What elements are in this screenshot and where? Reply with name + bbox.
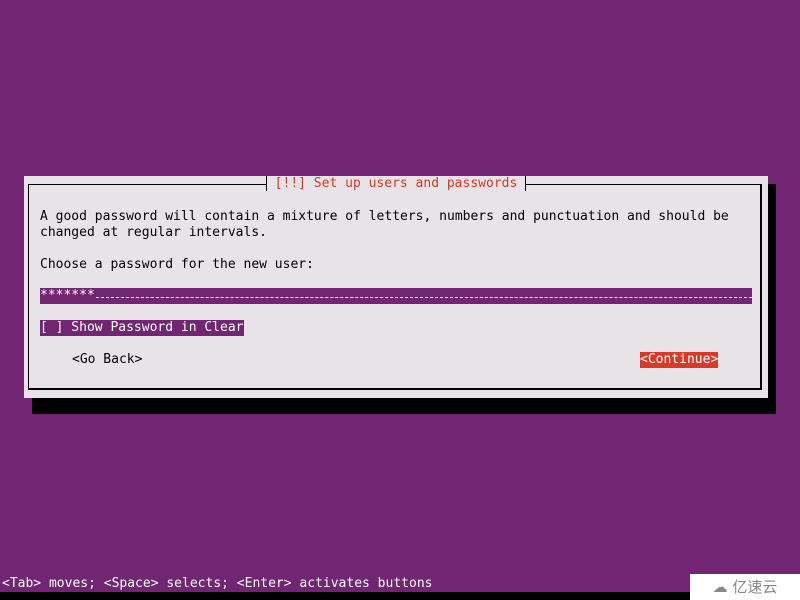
dialog-title-text: [!!] Set up users and passwords bbox=[265, 176, 527, 191]
go-back-button[interactable]: <Go Back> bbox=[72, 352, 142, 368]
input-underline bbox=[96, 297, 752, 298]
dialog-title: [!!] Set up users and passwords bbox=[24, 176, 768, 192]
bottom-bar bbox=[0, 592, 800, 600]
password-input[interactable]: ******* bbox=[40, 288, 752, 304]
password-prompt: Choose a password for the new user: bbox=[40, 257, 314, 272]
description-line-1: A good password will contain a mixture o… bbox=[40, 209, 729, 224]
status-bar: <Tab> moves; <Space> selects; <Enter> ac… bbox=[2, 576, 433, 591]
continue-button[interactable]: <Continue> bbox=[640, 352, 719, 368]
password-value: ******* bbox=[40, 288, 95, 303]
watermark-logo: ☁ 亿速云 bbox=[690, 574, 800, 600]
setup-users-dialog: [!!] Set up users and passwords A good p… bbox=[24, 176, 768, 398]
show-password-checkbox[interactable]: [ ] Show Password in Clear bbox=[40, 320, 244, 336]
description-line-2: changed at regular intervals. bbox=[40, 225, 267, 240]
